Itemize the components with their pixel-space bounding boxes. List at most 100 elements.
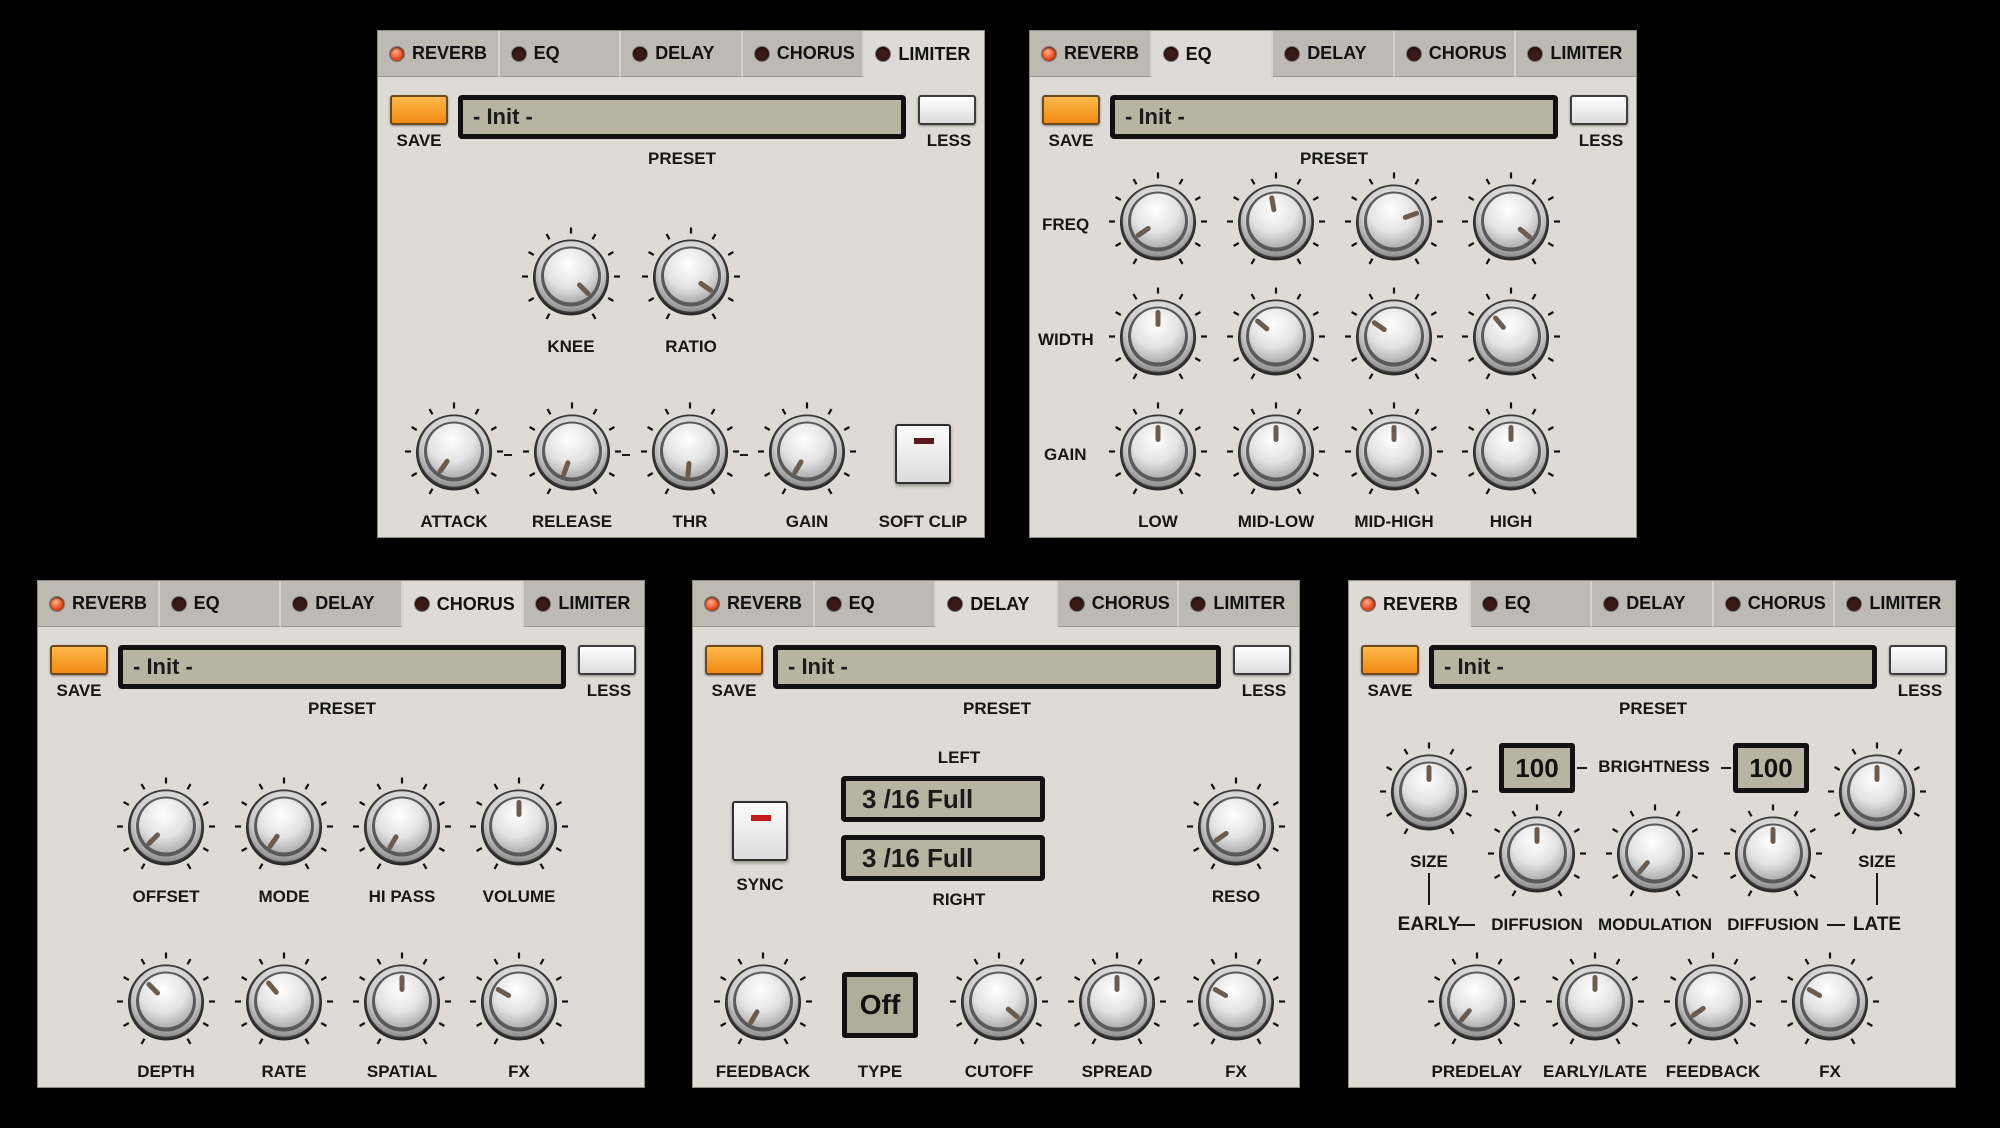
tab-eq[interactable]: EQ bbox=[814, 581, 937, 627]
tab-limiter[interactable]: LIMITER bbox=[864, 31, 984, 77]
reso-knob[interactable] bbox=[1186, 777, 1286, 882]
tab-chorus[interactable]: CHORUS bbox=[402, 581, 525, 627]
feedback-knob[interactable] bbox=[713, 952, 813, 1057]
early-diffusion-knob[interactable] bbox=[1487, 804, 1587, 909]
preset-display[interactable]: - Init - bbox=[118, 645, 566, 689]
width-high-knob[interactable] bbox=[1461, 287, 1561, 392]
tab-reverb[interactable]: REVERB bbox=[38, 581, 160, 627]
soft-clip-button[interactable] bbox=[895, 424, 951, 484]
tab-delay[interactable]: DELAY bbox=[1273, 31, 1395, 77]
knob-graphic bbox=[1380, 742, 1478, 835]
connector-line bbox=[1428, 873, 1430, 905]
tab-delay[interactable]: DELAY bbox=[621, 31, 743, 77]
reverb-fx-knob[interactable] bbox=[1780, 952, 1880, 1057]
late-diffusion-knob[interactable] bbox=[1723, 804, 1823, 909]
preset-display[interactable]: - Init - bbox=[458, 95, 906, 139]
tab-eq[interactable]: EQ bbox=[1470, 581, 1593, 627]
brightness-right-display[interactable]: 100 bbox=[1733, 743, 1809, 793]
spread-knob[interactable] bbox=[1067, 952, 1167, 1057]
mode-label: MODE bbox=[258, 887, 310, 906]
volume-knob[interactable] bbox=[469, 777, 569, 882]
brightness-left-display[interactable]: 100 bbox=[1499, 743, 1575, 793]
tab-bar: REVERB EQ DELAY CHORUS LIMITER bbox=[693, 581, 1299, 627]
tab-eq[interactable]: EQ bbox=[499, 31, 622, 77]
predelay-knob[interactable] bbox=[1427, 952, 1527, 1057]
spatial-knob[interactable] bbox=[352, 952, 452, 1057]
tab-limiter[interactable]: LIMITER bbox=[524, 581, 644, 627]
tab-delay[interactable]: DELAY bbox=[936, 581, 1058, 627]
tab-eq[interactable]: EQ bbox=[159, 581, 282, 627]
tab-limiter[interactable]: LIMITER bbox=[1835, 581, 1955, 627]
tab-reverb[interactable]: REVERB bbox=[1030, 31, 1152, 77]
led-icon bbox=[414, 597, 429, 611]
freq-high-knob[interactable] bbox=[1461, 172, 1561, 277]
less-label: LESS bbox=[586, 681, 632, 700]
attack-label: ATTACK bbox=[420, 512, 488, 531]
tab-chorus[interactable]: CHORUS bbox=[742, 31, 865, 77]
gain-midhigh-knob[interactable] bbox=[1344, 402, 1444, 507]
tab-eq[interactable]: EQ bbox=[1151, 31, 1274, 77]
tab-chorus[interactable]: CHORUS bbox=[1394, 31, 1517, 77]
depth-knob[interactable] bbox=[116, 952, 216, 1057]
mode-knob[interactable] bbox=[234, 777, 334, 882]
gain-high-knob[interactable] bbox=[1461, 402, 1561, 507]
tab-limiter[interactable]: LIMITER bbox=[1179, 581, 1299, 627]
save-button[interactable] bbox=[390, 95, 448, 125]
gain-knob[interactable] bbox=[757, 402, 857, 507]
save-button[interactable] bbox=[1042, 95, 1100, 125]
knob-graphic bbox=[1345, 172, 1443, 265]
gain-low-knob[interactable] bbox=[1108, 402, 1208, 507]
reverb-feedback-knob[interactable] bbox=[1663, 952, 1763, 1057]
tab-reverb[interactable]: REVERB bbox=[693, 581, 815, 627]
save-button[interactable] bbox=[705, 645, 763, 675]
freq-low-knob[interactable] bbox=[1108, 172, 1208, 277]
tab-limiter[interactable]: LIMITER bbox=[1516, 31, 1636, 77]
preset-display[interactable]: - Init - bbox=[1429, 645, 1877, 689]
tab-delay[interactable]: DELAY bbox=[281, 581, 403, 627]
knob-graphic bbox=[1345, 402, 1443, 495]
right-time-display[interactable]: 3 /16 Full bbox=[841, 835, 1045, 881]
knee-knob[interactable] bbox=[521, 227, 621, 332]
knob-graphic bbox=[1068, 952, 1166, 1045]
cutoff-knob[interactable] bbox=[949, 952, 1049, 1057]
less-button[interactable] bbox=[578, 645, 636, 675]
band-midlow-label: MID-LOW bbox=[1237, 512, 1315, 531]
width-low-knob[interactable] bbox=[1108, 287, 1208, 392]
gain-midlow-knob[interactable] bbox=[1226, 402, 1326, 507]
width-midhigh-knob[interactable] bbox=[1344, 287, 1444, 392]
late-size-knob[interactable] bbox=[1827, 742, 1927, 847]
delay-fx-knob[interactable] bbox=[1186, 952, 1286, 1057]
early-size-label: SIZE bbox=[1410, 852, 1448, 871]
sync-button[interactable] bbox=[732, 801, 788, 861]
fx-knob[interactable] bbox=[469, 952, 569, 1057]
thr-knob[interactable] bbox=[640, 402, 740, 507]
freq-midlow-knob[interactable] bbox=[1226, 172, 1326, 277]
led-icon bbox=[536, 596, 551, 611]
tab-reverb[interactable]: REVERB bbox=[1349, 581, 1471, 627]
release-knob[interactable] bbox=[522, 402, 622, 507]
ratio-knob[interactable] bbox=[641, 227, 741, 332]
preset-display[interactable]: - Init - bbox=[1110, 95, 1558, 139]
early-size-knob[interactable] bbox=[1379, 742, 1479, 847]
tab-delay[interactable]: DELAY bbox=[1592, 581, 1714, 627]
left-time-display[interactable]: 3 /16 Full bbox=[841, 776, 1045, 822]
less-button[interactable] bbox=[1233, 645, 1291, 675]
save-button[interactable] bbox=[50, 645, 108, 675]
less-button[interactable] bbox=[1570, 95, 1628, 125]
less-button[interactable] bbox=[918, 95, 976, 125]
type-display[interactable]: Off bbox=[842, 972, 918, 1038]
tab-chorus[interactable]: CHORUS bbox=[1057, 581, 1180, 627]
early-late-knob[interactable] bbox=[1545, 952, 1645, 1057]
hi-pass-knob[interactable] bbox=[352, 777, 452, 882]
less-button[interactable] bbox=[1889, 645, 1947, 675]
tab-chorus[interactable]: CHORUS bbox=[1713, 581, 1836, 627]
save-button[interactable] bbox=[1361, 645, 1419, 675]
offset-knob[interactable] bbox=[116, 777, 216, 882]
rate-knob[interactable] bbox=[234, 952, 334, 1057]
preset-display[interactable]: - Init - bbox=[773, 645, 1221, 689]
freq-midhigh-knob[interactable] bbox=[1344, 172, 1444, 277]
modulation-knob[interactable] bbox=[1605, 804, 1705, 909]
width-midlow-knob[interactable] bbox=[1226, 287, 1326, 392]
tab-reverb[interactable]: REVERB bbox=[378, 31, 500, 77]
attack-knob[interactable] bbox=[404, 402, 504, 507]
